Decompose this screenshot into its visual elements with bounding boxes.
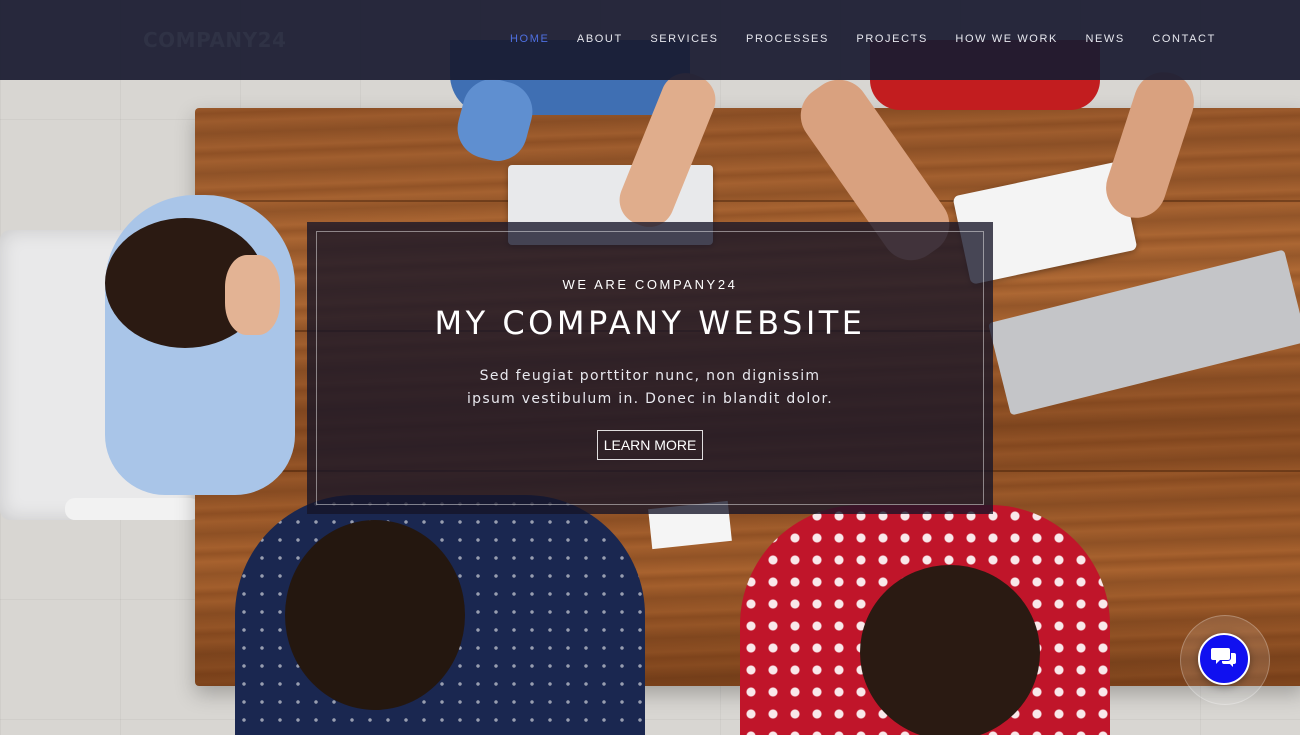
learn-more-button[interactable]: LEARN MORE: [597, 430, 703, 460]
hero-kicker: WE ARE COMPANY24: [562, 277, 738, 292]
nav-item-services[interactable]: SERVICES: [650, 33, 718, 45]
nav-item-how-we-work[interactable]: HOW WE WORK: [955, 33, 1058, 45]
nav-item-contact[interactable]: CONTACT: [1152, 33, 1216, 45]
person-bottom-left-head: [285, 520, 465, 710]
site-logo[interactable]: COMPANY24: [143, 28, 286, 52]
hero-tagline-line: ipsum vestibulum in. Donec in blandit do…: [466, 391, 834, 407]
top-navbar: COMPANY24 HOME ABOUT SERVICES PROCESSES …: [0, 0, 1300, 80]
main-nav: HOME ABOUT SERVICES PROCESSES PROJECTS H…: [510, 33, 1243, 45]
nav-item-projects[interactable]: PROJECTS: [856, 33, 927, 45]
nav-item-news[interactable]: NEWS: [1085, 33, 1124, 45]
person-left-face: [225, 255, 280, 335]
chat-bubbles-icon: [1211, 645, 1237, 674]
chair-base: [65, 498, 200, 520]
nav-item-processes[interactable]: PROCESSES: [746, 33, 829, 45]
hero-title: MY COMPANY WEBSITE: [434, 304, 866, 342]
nav-item-home[interactable]: HOME: [510, 33, 549, 45]
person-bottom-right-head: [860, 565, 1040, 735]
hero-tagline-line: Sed feugiat porttitor nunc, non dignissi…: [479, 368, 821, 384]
chat-widget-button[interactable]: [1198, 633, 1250, 685]
hero-tagline: Sed feugiat porttitor nunc, non dignissi…: [450, 365, 850, 411]
nav-item-about[interactable]: ABOUT: [577, 33, 623, 45]
hero-overlay-box: WE ARE COMPANY24 MY COMPANY WEBSITE Sed …: [307, 222, 993, 514]
